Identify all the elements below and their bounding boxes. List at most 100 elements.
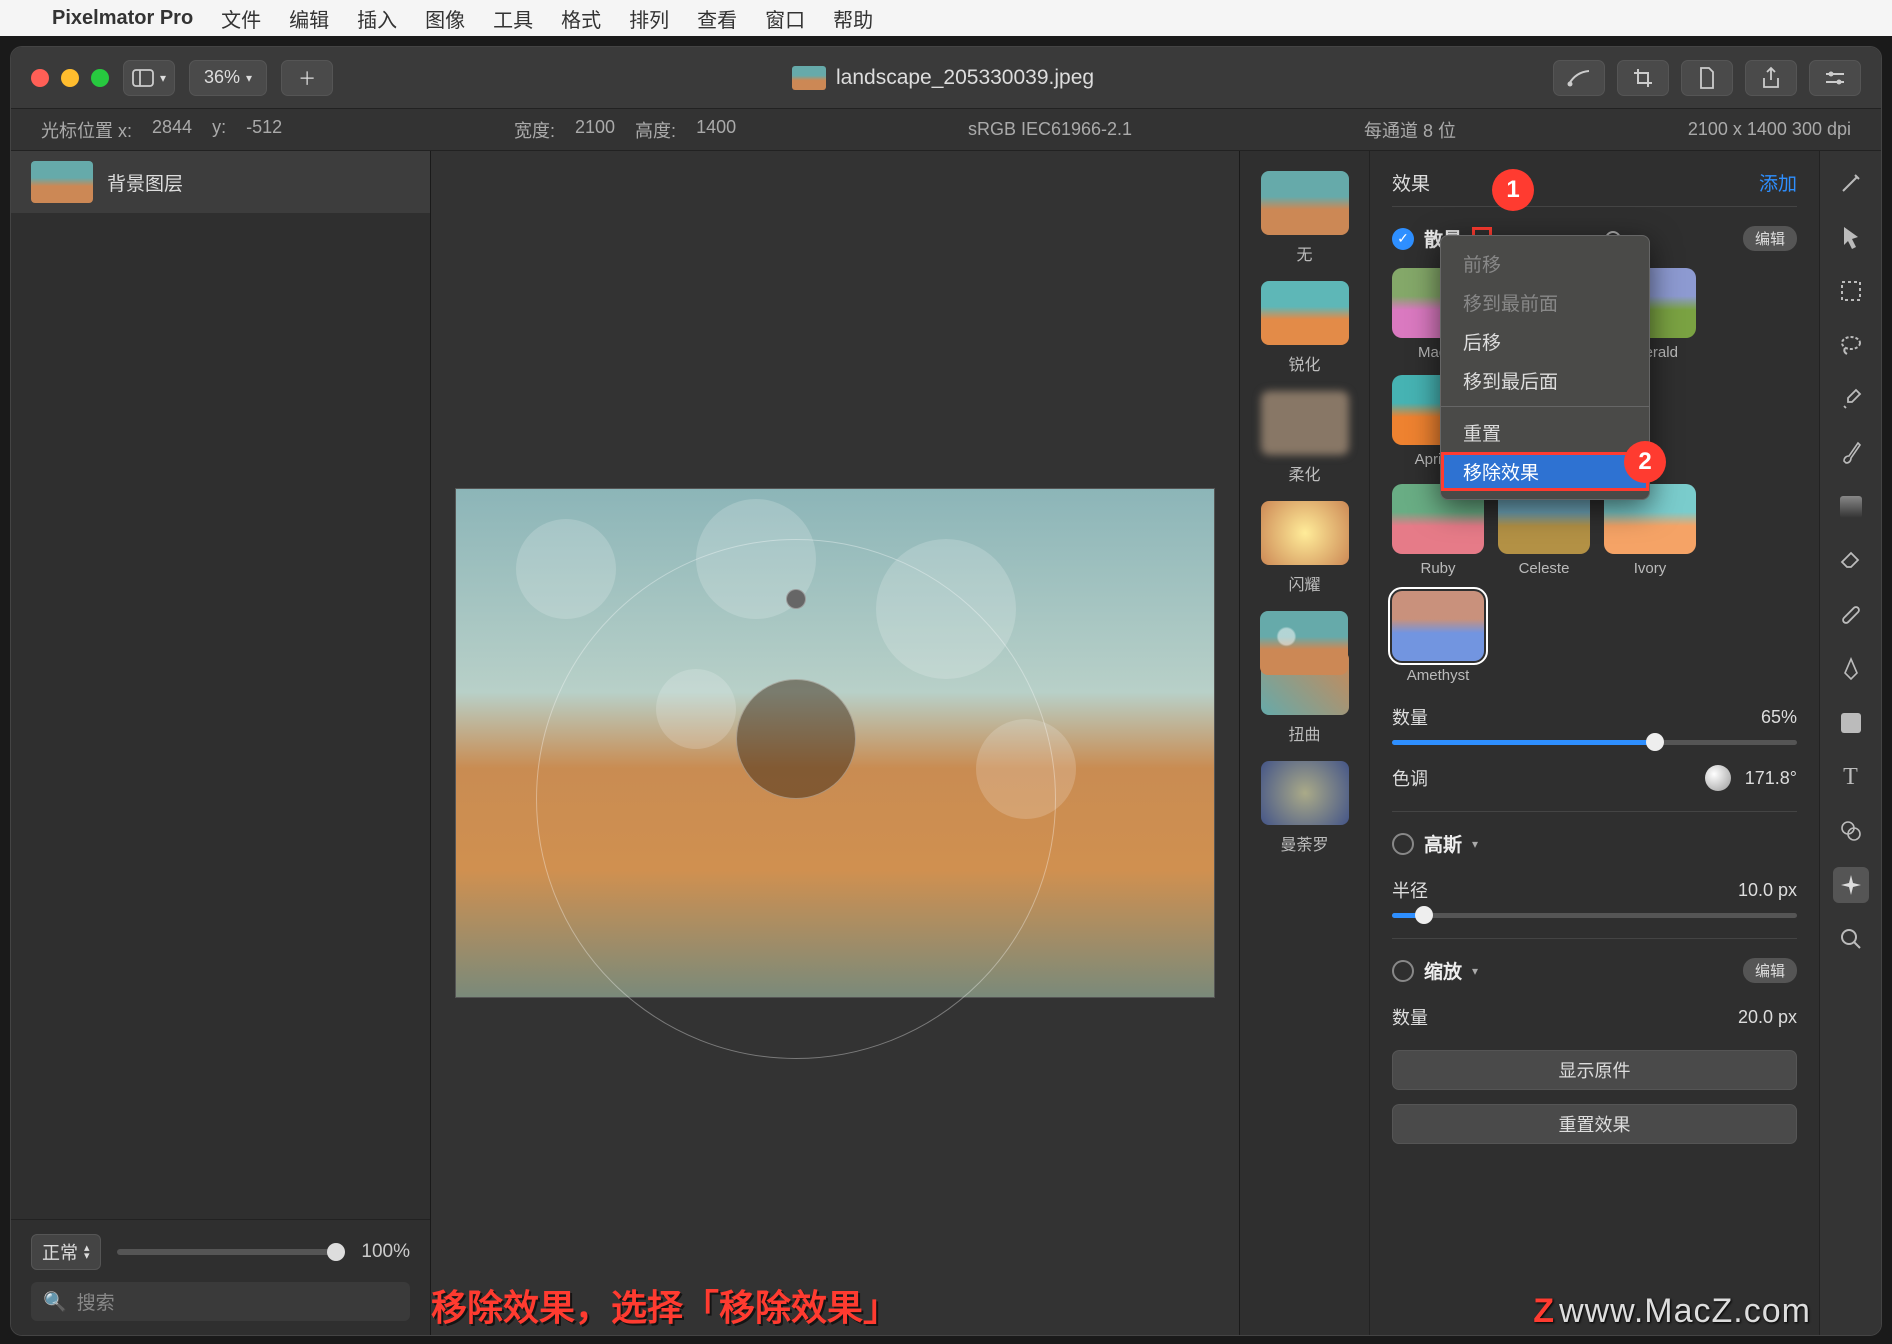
tool-pen[interactable] — [1833, 651, 1869, 687]
effect-cat-shine[interactable]: 闪耀 — [1261, 501, 1349, 595]
menu-window[interactable]: 窗口 — [765, 4, 805, 33]
effect-context-menu: 前移 移到最前面 后移 移到最后面 重置 移除效果 — [1440, 235, 1650, 500]
effect-section-gaussian: 高斯 ▾ 半径 10.0 px — [1392, 830, 1797, 918]
amount-label: 数量 — [1392, 704, 1428, 730]
menu-format[interactable]: 格式 — [561, 4, 601, 33]
sidebar-icon — [132, 69, 154, 87]
thumb-icon — [1261, 171, 1349, 235]
amount-slider[interactable] — [1392, 740, 1797, 745]
brush-icon — [1566, 68, 1592, 88]
menu-tools[interactable]: 工具 — [493, 4, 533, 33]
bandage-icon — [1839, 603, 1863, 627]
tool-marquee[interactable] — [1833, 273, 1869, 309]
crop-tool-button[interactable] — [1617, 60, 1669, 96]
hue-wheel-icon[interactable] — [1705, 765, 1731, 791]
minimize-button[interactable] — [61, 69, 79, 87]
effect-cat-mandala[interactable]: 曼荼罗 — [1261, 761, 1349, 855]
plus-icon: ＋ — [298, 65, 316, 91]
canvas-image[interactable] — [455, 488, 1215, 998]
effect-cat-soften[interactable]: 柔化 — [1261, 391, 1349, 485]
add-effect-button[interactable]: 添加 — [1759, 169, 1797, 196]
menu-help[interactable]: 帮助 — [833, 4, 873, 33]
effect-enabled-checkbox[interactable] — [1392, 833, 1414, 855]
menu-edit[interactable]: 编辑 — [289, 4, 329, 33]
edit-button[interactable]: 编辑 — [1743, 958, 1797, 983]
crop-icon — [1632, 67, 1654, 89]
chevron-down-icon[interactable]: ▾ — [1472, 837, 1478, 851]
share-button[interactable] — [1745, 60, 1797, 96]
reset-effects-button[interactable]: 重置效果 — [1392, 1104, 1797, 1144]
effect-name: 缩放 — [1424, 957, 1462, 984]
settings-button[interactable] — [1809, 60, 1861, 96]
edit-button[interactable]: 编辑 — [1743, 226, 1797, 251]
menu-item-send-to-back[interactable]: 移到最后面 — [1441, 361, 1649, 400]
document-name: landscape_205330039.jpeg — [836, 66, 1094, 90]
tool-lasso[interactable] — [1833, 327, 1869, 363]
layer-search-input[interactable]: 🔍 搜索 — [31, 1282, 410, 1321]
show-original-button[interactable]: 显示原件 — [1392, 1050, 1797, 1090]
menu-item-reset[interactable]: 重置 — [1441, 413, 1649, 452]
effect-cat-sharpen[interactable]: 锐化 — [1261, 281, 1349, 375]
amount-value: 65% — [1761, 707, 1797, 728]
slider-knob[interactable] — [1415, 906, 1433, 924]
effect-cat-bokeh[interactable]: 散景 — [1288, 611, 1320, 635]
thumb-icon — [1261, 281, 1349, 345]
opacity-slider[interactable] — [117, 1249, 346, 1255]
info-bar: 光标位置 x: 2844 y: -512 宽度: 2100 高度: 1400 s… — [11, 109, 1881, 151]
tool-zoom[interactable] — [1833, 921, 1869, 957]
tint-value: 171.8° — [1745, 768, 1797, 789]
menu-image[interactable]: 图像 — [425, 4, 465, 33]
menu-insert[interactable]: 插入 — [357, 4, 397, 33]
annotation-badge-1: 1 — [1492, 169, 1534, 211]
slider-knob[interactable] — [1646, 733, 1664, 751]
tool-brush[interactable] — [1833, 435, 1869, 471]
effect-section-zoom: 缩放 ▾ 编辑 数量 20.0 px — [1392, 957, 1797, 1030]
effect-enabled-checkbox[interactable] — [1392, 960, 1414, 982]
tool-effects[interactable] — [1833, 867, 1869, 903]
document-title: landscape_205330039.jpeg — [347, 66, 1539, 90]
menu-arrange[interactable]: 排列 — [629, 4, 669, 33]
amount-value: 20.0 px — [1738, 1007, 1797, 1028]
blend-mode-select[interactable]: 正常 ▴▾ — [31, 1234, 101, 1270]
tool-shape[interactable] — [1833, 705, 1869, 741]
menu-file[interactable]: 文件 — [221, 4, 261, 33]
effect-enabled-checkbox[interactable]: ✓ — [1392, 228, 1414, 250]
canvas-area[interactable] — [431, 151, 1239, 1335]
document-info-button[interactable] — [1681, 60, 1733, 96]
tool-style[interactable] — [1833, 165, 1869, 201]
add-button[interactable]: ＋ — [281, 60, 333, 96]
maximize-button[interactable] — [91, 69, 109, 87]
tool-text[interactable]: T — [1833, 759, 1869, 795]
chevron-down-icon[interactable]: ▾ — [1472, 964, 1478, 978]
menu-separator — [1441, 406, 1649, 407]
tool-arrow[interactable] — [1833, 219, 1869, 255]
tool-eyedropper[interactable] — [1833, 381, 1869, 417]
menu-view[interactable]: 查看 — [697, 4, 737, 33]
gradient-icon — [1840, 496, 1862, 518]
menu-item-bring-forward[interactable]: 前移 — [1441, 244, 1649, 283]
menu-item-remove-effect[interactable]: 移除效果 — [1441, 452, 1649, 491]
divider — [1392, 938, 1797, 939]
radius-slider[interactable] — [1392, 913, 1797, 918]
effect-cat-none[interactable]: 无 — [1261, 171, 1349, 265]
tint-label: 色调 — [1392, 765, 1428, 791]
tool-gradient[interactable] — [1833, 489, 1869, 525]
close-button[interactable] — [31, 69, 49, 87]
tool-heal[interactable] — [1833, 597, 1869, 633]
layer-row[interactable]: 背景图层 — [11, 151, 430, 213]
menu-item-send-backward[interactable]: 后移 — [1441, 322, 1649, 361]
chevron-updown-icon: ▴▾ — [84, 1244, 90, 1260]
window-traffic-lights — [31, 69, 109, 87]
chevron-down-icon: ▾ — [246, 71, 252, 85]
app-name[interactable]: Pixelmator Pro — [52, 7, 193, 30]
share-icon — [1761, 66, 1781, 90]
menu-item-bring-to-front[interactable]: 移到最前面 — [1441, 283, 1649, 322]
text-icon: T — [1843, 764, 1858, 791]
slider-knob[interactable] — [327, 1243, 345, 1261]
brush-tool-button[interactable] — [1553, 60, 1605, 96]
sidebar-toggle-button[interactable]: ▾ — [123, 60, 175, 96]
zoom-dropdown[interactable]: 36% ▾ — [189, 60, 267, 96]
tool-color-adjust[interactable] — [1833, 813, 1869, 849]
tool-eraser[interactable] — [1833, 543, 1869, 579]
preset-amethyst[interactable]: Amethyst — [1392, 591, 1484, 684]
